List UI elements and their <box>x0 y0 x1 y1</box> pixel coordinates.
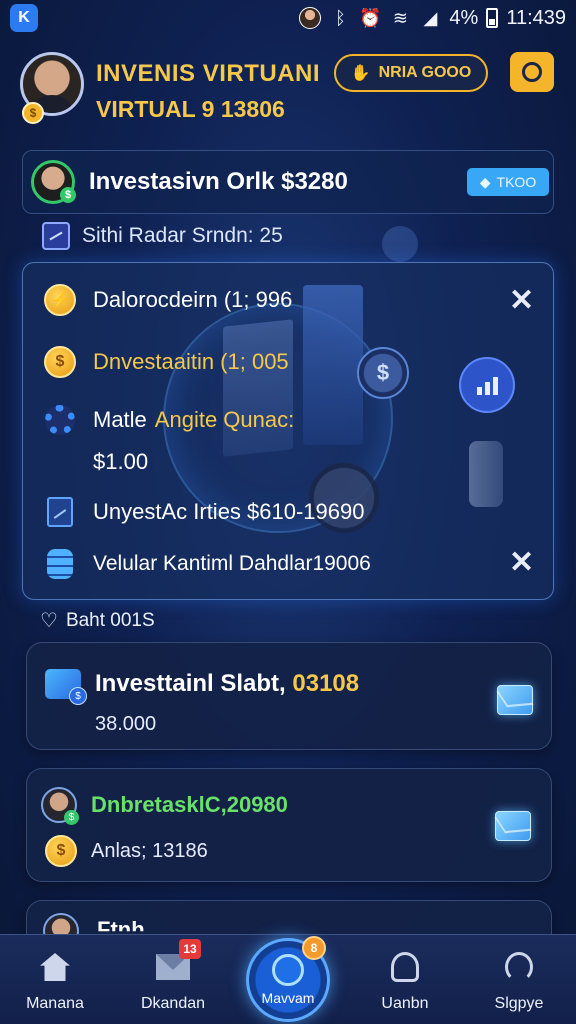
envelope-icon <box>497 685 533 715</box>
panel-item-3[interactable]: Matle Angite Qunac: <box>43 403 294 437</box>
card-action[interactable] <box>495 811 531 841</box>
summary-title: Investasivn Orlk $3280 <box>89 168 348 195</box>
panel-item-5-text: Velular Kantiml Dahdlar19006 <box>93 552 371 575</box>
bar-chart-icon[interactable] <box>459 357 515 413</box>
avatar-icon <box>299 7 322 29</box>
investment-card[interactable]: DnbretasklC,20980 $ Anlas; 13186 <box>26 768 552 882</box>
settings-circle-button[interactable] <box>510 52 554 92</box>
panel-item-5[interactable]: Velular Kantiml Dahdlar19006 <box>43 547 371 581</box>
nav-label: Uanbn <box>381 995 429 1012</box>
gear-icon <box>45 405 75 435</box>
nav-item-messages[interactable]: 13 Dkandan <box>118 939 228 1013</box>
nav-item-profile[interactable]: Slgpye <box>464 949 574 1013</box>
envelope-icon <box>495 811 531 841</box>
hand-icon: ✋ <box>350 65 371 82</box>
summary-badge[interactable]: ◆ TKOO <box>467 168 549 196</box>
panel-item-1-text: Dalorocdeirn (1; 996 <box>93 287 293 312</box>
panel-item-2[interactable]: $ Dnvestaaitin (1; 005 <box>43 345 289 379</box>
coin-icon: $ <box>44 346 76 378</box>
battery-percent: 4% <box>449 6 479 29</box>
card-title: Investtainl Slabt, 03108 <box>95 670 360 697</box>
status-bar: K ᛒ ⏰ ≋ ◢ 4% 11:439 <box>0 0 576 36</box>
bluetooth-icon: ᛒ <box>335 7 346 28</box>
close-icon[interactable]: ✕ <box>509 283 534 318</box>
card-subtext: Anlas; 13186 <box>91 839 208 862</box>
home-icon <box>40 953 70 981</box>
balance-pill-label: NRIA GOOO <box>378 64 472 81</box>
coin-icon: $ <box>22 102 44 124</box>
stats-line: Sithi Radar Srndn: 25 <box>42 222 283 250</box>
card-title: DnbretasklC,20980 <box>91 792 288 817</box>
document-icon <box>47 497 73 527</box>
user-icon <box>505 952 533 982</box>
server-graphic <box>303 285 363 445</box>
alarm-icon: ⏰ <box>359 7 382 28</box>
panel-item-1[interactable]: ⚡ Dalorocdeirn (1; 996 <box>43 283 292 317</box>
nav-item-location[interactable]: Uanbn <box>350 949 460 1013</box>
panel-item-3-highlight: Angite Qunac: <box>154 407 295 432</box>
panel-item-4[interactable]: UnyestAc Irties $610-19690 <box>43 495 365 529</box>
decorative-circle <box>382 226 418 262</box>
ticket-icon <box>45 669 87 705</box>
gem-icon: ◆ <box>479 173 491 190</box>
panel-item-4-text: UnyestAc Irties $610-19690 <box>93 499 365 524</box>
header-title: INVENIS VIRTUANI <box>96 60 321 87</box>
clock-time: 11:439 <box>506 6 566 29</box>
avatar-icon <box>31 160 76 204</box>
header-subtitle: VIRTUAL 9 13806 <box>96 96 285 122</box>
balance-pill-button[interactable]: ✋ NRIA GOOO <box>334 54 488 92</box>
nav-label: Mavvam <box>261 990 315 1006</box>
panel-item-3-text: Matle <box>93 407 147 432</box>
app-badge-icon[interactable]: K <box>10 4 38 32</box>
summary-row[interactable]: Investasivn Orlk $3280 ◆ TKOO <box>22 150 554 214</box>
nav-item-home[interactable]: Manana <box>0 949 110 1013</box>
coin-icon: $ <box>45 835 77 867</box>
wifi-icon: ≋ <box>392 7 408 28</box>
circle-icon <box>522 62 542 82</box>
nav-label: Slgpye <box>494 995 544 1012</box>
pin-icon <box>391 952 419 982</box>
panel-item-2-text: Dnvestaaitin (1; 005 <box>93 349 289 374</box>
heart-icon: ♡ <box>40 610 58 632</box>
notification-badge: 13 <box>179 939 201 959</box>
section-label: Baht 001S <box>65 609 155 631</box>
summary-badge-label: TKOO <box>496 174 537 190</box>
battery-icon <box>486 8 499 28</box>
panel-amount-text: $1.00 <box>93 449 149 474</box>
center-icon <box>272 954 304 986</box>
status-icons: ᛒ ⏰ ≋ ◢ 4% 11:439 <box>299 7 566 30</box>
panel-amount: $1.00 <box>93 449 148 475</box>
card-title-row: DnbretasklC,20980 <box>41 787 288 825</box>
nav-label: Manana <box>26 995 84 1012</box>
cylinder-graphic <box>469 441 503 507</box>
investment-card[interactable]: Investtainl Slabt, 03108 38.000 <box>26 642 552 750</box>
chart-icon <box>42 222 70 250</box>
signal-icon: ◢ <box>423 7 438 28</box>
close-icon[interactable]: ✕ <box>509 545 534 580</box>
card-title-row: Investtainl Slabt, 03108 <box>45 669 360 705</box>
coin-icon: ⚡ <box>44 284 76 316</box>
database-icon <box>47 549 73 579</box>
card-sub-row: $ Anlas; 13186 <box>45 835 208 867</box>
notification-badge: 8 <box>302 936 326 960</box>
nav-label: Dkandan <box>140 995 206 1012</box>
card-subtext: 38.000 <box>95 713 157 735</box>
avatar-icon <box>41 787 79 825</box>
stats-text: Sithi Radar Srndn: 25 <box>82 224 283 247</box>
card-sub-row: 38.000 <box>95 713 156 736</box>
investment-panel: $ ⚡ Dalorocdeirn (1; 996 ✕ $ Dnvestaaiti… <box>22 262 554 600</box>
section-header: ♡ Baht 001S <box>40 608 155 633</box>
dollar-coin-icon: $ <box>357 347 409 399</box>
card-action[interactable] <box>497 685 533 715</box>
